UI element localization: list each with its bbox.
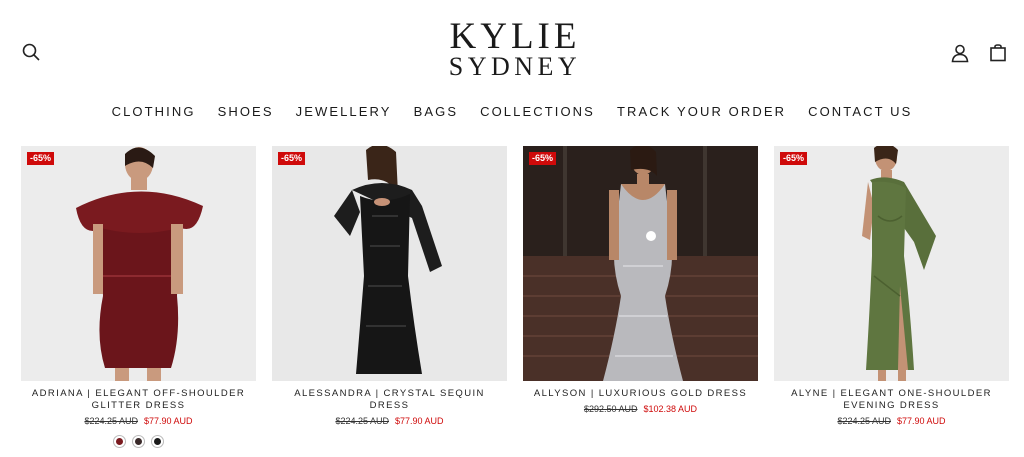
product-image[interactable]: -65% xyxy=(21,146,256,381)
product-title[interactable]: ADRIANA | ELEGANT OFF-SHOULDER GLITTER D… xyxy=(21,388,256,412)
sale-price: $102.38 AUD xyxy=(643,404,698,414)
product-photo-allyson xyxy=(523,146,758,381)
swatch-burgundy[interactable] xyxy=(113,435,126,448)
nav-item-track-order[interactable]: TRACK YOUR ORDER xyxy=(606,104,797,119)
original-price: $224.25 AUD xyxy=(84,416,138,426)
site-logo[interactable]: KYLIE SYDNEY xyxy=(430,16,600,81)
product-photo-adriana xyxy=(21,146,256,381)
site-header: KYLIE SYDNEY CLOTHING SHOES JEWELLERY BA… xyxy=(0,0,1024,136)
product-image[interactable]: -65% xyxy=(272,146,507,381)
product-photo-alessandra xyxy=(272,146,507,381)
product-title[interactable]: ALYNE | ELEGANT ONE-SHOULDER EVENING DRE… xyxy=(774,388,1009,412)
product-price: $292.50 AUD $102.38 AUD xyxy=(523,404,758,415)
sale-price: $77.90 AUD xyxy=(395,416,444,426)
product-image[interactable]: -65% xyxy=(774,146,1009,381)
product-card[interactable]: -65% ALESSANDRA | CRYSTAL SEQUIN DRESS $… xyxy=(272,146,507,427)
original-price: $292.50 AUD xyxy=(583,404,638,414)
product-title[interactable]: ALLYSON | LUXURIOUS GOLD DRESS xyxy=(523,388,758,400)
original-price: $224.25 AUD xyxy=(837,416,891,426)
product-photo-alyne xyxy=(774,146,1009,381)
search-icon[interactable] xyxy=(20,41,42,63)
nav-item-bags[interactable]: BAGS xyxy=(403,104,470,119)
sale-price: $77.90 AUD xyxy=(144,416,193,426)
product-price: $224.25 AUD $77.90 AUD xyxy=(774,416,1009,427)
nav-item-contact-us[interactable]: CONTACT US xyxy=(797,104,923,119)
color-swatches xyxy=(21,435,256,448)
account-icon[interactable] xyxy=(949,42,971,64)
main-nav: CLOTHING SHOES JEWELLERY BAGS COLLECTION… xyxy=(0,104,1024,119)
logo-line-1: KYLIE xyxy=(449,16,581,57)
product-card[interactable]: -65% ALLYSON | LUXURIOUS GOLD DRESS $292… xyxy=(523,146,758,415)
discount-badge: -65% xyxy=(780,152,808,165)
discount-badge: -65% xyxy=(529,152,557,165)
product-title[interactable]: ALESSANDRA | CRYSTAL SEQUIN DRESS xyxy=(272,388,507,412)
swatch-black[interactable] xyxy=(151,435,164,448)
nav-item-jewellery[interactable]: JEWELLERY xyxy=(285,104,403,119)
nav-item-clothing[interactable]: CLOTHING xyxy=(101,104,207,119)
discount-badge: -65% xyxy=(27,152,55,165)
swatch-dark-brown[interactable] xyxy=(132,435,145,448)
nav-item-collections[interactable]: COLLECTIONS xyxy=(469,104,606,119)
logo-line-2: SYDNEY xyxy=(448,52,582,81)
product-card[interactable]: -65% ALYNE | ELEGANT ONE-SHOULDER EVENIN… xyxy=(774,146,1009,427)
product-image[interactable]: -65% xyxy=(523,146,758,381)
product-card[interactable]: -65% ADRIANA | ELEGANT OFF-SHOULDER GLIT… xyxy=(21,146,256,448)
sale-price: $77.90 AUD xyxy=(897,416,946,426)
product-grid: -65% ADRIANA | ELEGANT OFF-SHOULDER GLIT… xyxy=(21,146,1009,457)
product-price: $224.25 AUD $77.90 AUD xyxy=(272,416,507,427)
original-price: $224.25 AUD xyxy=(335,416,389,426)
product-price: $224.25 AUD $77.90 AUD xyxy=(21,416,256,427)
cart-icon[interactable] xyxy=(987,41,1009,63)
nav-item-shoes[interactable]: SHOES xyxy=(207,104,285,119)
discount-badge: -65% xyxy=(278,152,306,165)
